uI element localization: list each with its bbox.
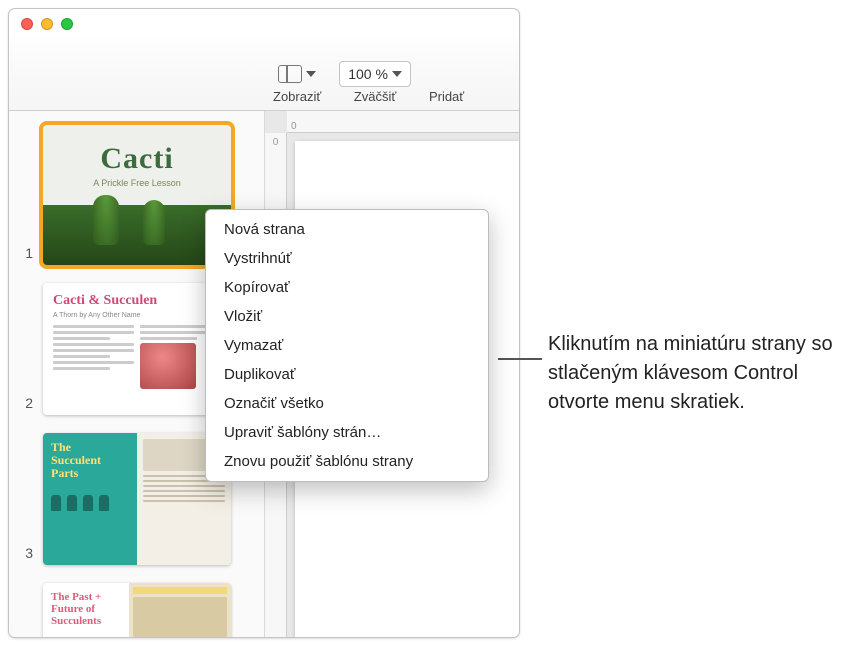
view-label: Zobraziť: [273, 89, 321, 104]
ctx-cut[interactable]: Vystrihnúť: [206, 244, 488, 273]
toolbar: Zobraziť 100 % Zväčšiť Pridať: [9, 39, 519, 111]
page-number: 2: [21, 395, 33, 415]
app-window: Zobraziť 100 % Zväčšiť Pridať 1 Cacti: [8, 8, 520, 638]
thumb2-image: [140, 343, 196, 389]
page-thumbnail-2[interactable]: Cacti & Succulen A Thorn by Any Other Na…: [43, 283, 231, 415]
ruler-tick: 0: [273, 137, 279, 148]
thumbnail-row: The Past + Future of Succulents: [21, 583, 252, 637]
thumb1-subtitle: A Prickle Free Lesson: [93, 178, 181, 188]
ctx-new-page[interactable]: Nová strana: [206, 215, 488, 244]
thumb3-title-3: Parts: [51, 466, 78, 480]
add-toolbar-button[interactable]: Pridať: [429, 59, 464, 104]
callout-leader-line: [498, 358, 542, 360]
ctx-reapply-template[interactable]: Znovu použiť šablónu strany: [206, 447, 488, 476]
chevron-down-icon: [392, 71, 402, 77]
thumb1-title: Cacti: [100, 142, 173, 176]
ruler-tick: 0: [291, 121, 297, 132]
view-toolbar-button[interactable]: Zobraziť: [273, 59, 321, 104]
thumb2-subtitle: A Thorn by Any Other Name: [53, 312, 221, 319]
thumb3-title-2: Succulent: [51, 453, 101, 467]
callout-text: Kliknutím na miniatúru strany so stlačen…: [548, 330, 848, 417]
chevron-down-icon: [306, 71, 316, 77]
page-number: 1: [21, 245, 33, 265]
zoom-value: 100 %: [348, 66, 388, 82]
thumb4-title-2: Future of: [51, 603, 95, 615]
page-number: 3: [21, 545, 33, 565]
thumb2-title: Cacti & Succulen: [53, 293, 221, 309]
page-thumbnail-3[interactable]: The Succulent Parts: [43, 433, 231, 565]
ctx-paste[interactable]: Vložiť: [206, 302, 488, 331]
thumb4-title-3: Succulents: [51, 615, 101, 627]
cactus-image: [43, 205, 231, 265]
context-menu: Nová strana Vystrihnúť Kopírovať Vložiť …: [205, 209, 489, 482]
page-thumbnail-4[interactable]: The Past + Future of Succulents: [43, 583, 231, 637]
ctx-select-all[interactable]: Označiť všetko: [206, 389, 488, 418]
close-icon[interactable]: [21, 18, 33, 30]
ctx-delete[interactable]: Vymazať: [206, 331, 488, 360]
add-label: Pridať: [429, 89, 464, 104]
zoom-toolbar-button[interactable]: 100 % Zväčšiť: [339, 59, 411, 104]
window-controls: [21, 18, 73, 30]
minimize-icon[interactable]: [41, 18, 53, 30]
titlebar: [9, 9, 519, 39]
thumb4-title-1: The Past +: [51, 591, 101, 603]
ruler-horizontal: 0: [287, 111, 519, 133]
sidebar-icon: [278, 65, 302, 83]
ctx-edit-templates[interactable]: Upraviť šablóny strán…: [206, 418, 488, 447]
ctx-duplicate[interactable]: Duplikovať: [206, 360, 488, 389]
thumb3-title-1: The: [51, 440, 71, 454]
ctx-copy[interactable]: Kopírovať: [206, 273, 488, 302]
zoom-label: Zväčšiť: [354, 89, 396, 104]
page-thumbnail-1[interactable]: Cacti A Prickle Free Lesson: [43, 125, 231, 265]
zoom-window-icon[interactable]: [61, 18, 73, 30]
zoom-value-box[interactable]: 100 %: [339, 61, 411, 87]
